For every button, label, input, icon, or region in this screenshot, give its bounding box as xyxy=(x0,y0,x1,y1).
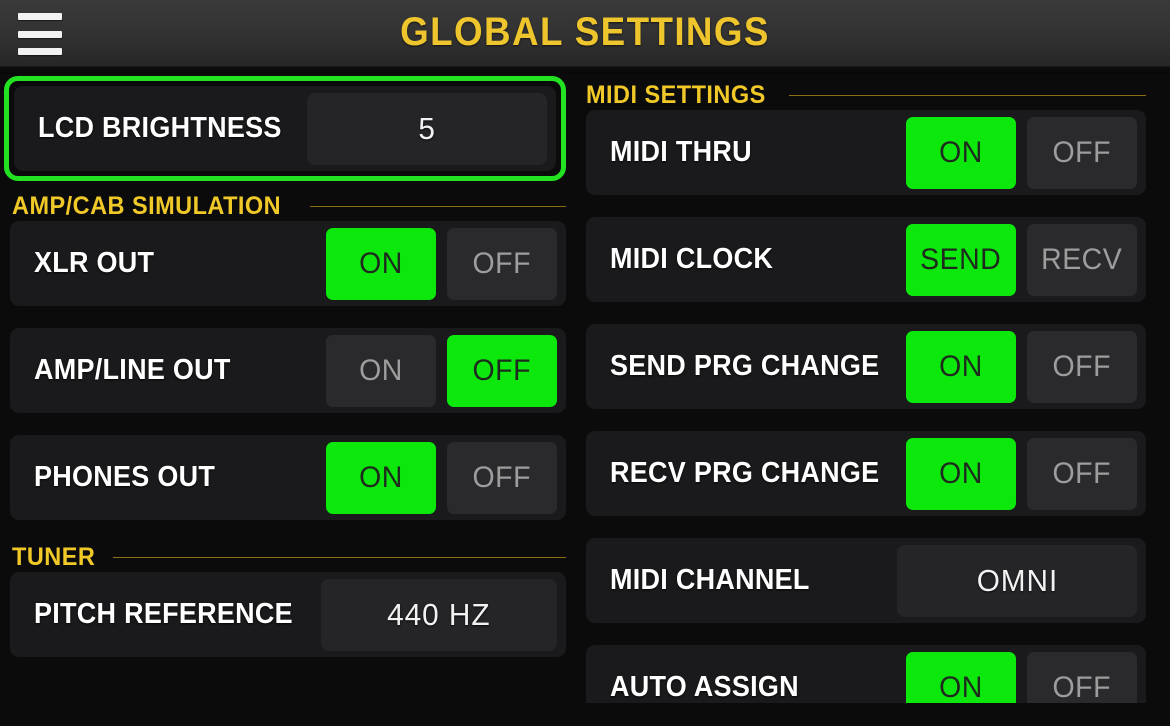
toggle-send-prg-change-on[interactable]: ON xyxy=(906,330,1016,403)
row-midi-clock[interactable]: MIDI CLOCK SEND RECV xyxy=(586,217,1146,302)
row-label: PHONES OUT xyxy=(34,461,216,493)
toggle-label: OFF xyxy=(1052,456,1112,490)
row-controls: 440 HZ xyxy=(321,578,557,651)
row-label: LCD BRIGHTNESS xyxy=(38,112,282,144)
row-controls: ON OFF xyxy=(326,441,557,514)
toggle-send-prg-change-off[interactable]: OFF xyxy=(1027,330,1137,403)
row-controls: SEND RECV xyxy=(906,223,1137,296)
row-label: RECV PRG CHANGE xyxy=(610,457,880,489)
row-xlr-out[interactable]: XLR OUT ON OFF xyxy=(10,221,566,306)
toggle-label: ON xyxy=(359,460,403,494)
section-title: AMP/CAB SIMULATION xyxy=(12,191,282,220)
row-label: XLR OUT xyxy=(34,247,155,279)
section-tuner-header: TUNER xyxy=(0,542,580,572)
toggle-label: ON xyxy=(359,246,403,280)
section-amp-cab-simulation-header: AMP/CAB SIMULATION xyxy=(0,191,580,221)
row-midi-channel[interactable]: MIDI CHANNEL OMNI xyxy=(586,538,1146,623)
lcd-brightness-value-text: 5 xyxy=(418,110,436,146)
toggle-label: ON xyxy=(939,670,983,704)
row-label: AUTO ASSIGN xyxy=(610,671,799,703)
row-auto-assign-clipped: AUTO ASSIGN ON OFF xyxy=(586,645,1146,703)
toggle-amp-line-out-off[interactable]: OFF xyxy=(447,334,557,407)
section-rule xyxy=(112,556,566,558)
app-header: GLOBAL SETTINGS xyxy=(0,0,1170,67)
left-settings-column: LCD BRIGHTNESS 5 AMP/CAB SIMULATION XLR … xyxy=(0,74,580,726)
toggle-midi-thru-on[interactable]: ON xyxy=(906,116,1016,189)
row-controls: ON OFF xyxy=(906,651,1137,704)
row-label: MIDI CHANNEL xyxy=(610,564,810,596)
row-label: MIDI CLOCK xyxy=(610,243,774,275)
midi-channel-value-text: OMNI xyxy=(976,562,1058,598)
toggle-label: OFF xyxy=(1052,349,1112,383)
section-title: MIDI SETTINGS xyxy=(586,80,766,109)
toggle-label: OFF xyxy=(472,246,532,280)
toggle-label: RECV xyxy=(1041,242,1123,276)
toggle-xlr-out-off[interactable]: OFF xyxy=(447,227,557,300)
row-send-prg-change[interactable]: SEND PRG CHANGE ON OFF xyxy=(586,324,1146,409)
midi-channel-value[interactable]: OMNI xyxy=(897,544,1137,617)
settings-content: LCD BRIGHTNESS 5 AMP/CAB SIMULATION XLR … xyxy=(0,74,1170,726)
row-auto-assign[interactable]: AUTO ASSIGN ON OFF xyxy=(586,645,1146,703)
toggle-xlr-out-on[interactable]: ON xyxy=(326,227,436,300)
row-controls: ON OFF xyxy=(326,227,557,300)
row-lcd-brightness[interactable]: LCD BRIGHTNESS 5 xyxy=(14,86,556,171)
toggle-label: ON xyxy=(939,349,983,383)
toggle-label: OFF xyxy=(472,460,532,494)
toggle-phones-out-on[interactable]: ON xyxy=(326,441,436,514)
row-amp-line-out[interactable]: AMP/LINE OUT ON OFF xyxy=(10,328,566,413)
row-recv-prg-change[interactable]: RECV PRG CHANGE ON OFF xyxy=(586,431,1146,516)
toggle-recv-prg-change-off[interactable]: OFF xyxy=(1027,437,1137,510)
row-controls: OMNI xyxy=(897,544,1137,617)
toggle-amp-line-out-on[interactable]: ON xyxy=(326,334,436,407)
toggle-recv-prg-change-on[interactable]: ON xyxy=(906,437,1016,510)
toggle-auto-assign-on[interactable]: ON xyxy=(906,651,1016,704)
toggle-label: ON xyxy=(939,135,983,169)
row-controls: ON OFF xyxy=(906,330,1137,403)
section-midi-settings-rows: MIDI THRU ON OFF MIDI CLOCK SEND RECV SE… xyxy=(580,110,1160,703)
pitch-reference-value[interactable]: 440 HZ xyxy=(321,578,557,651)
lcd-brightness-value[interactable]: 5 xyxy=(307,92,547,165)
row-label: MIDI THRU xyxy=(610,136,752,168)
toggle-label: SEND xyxy=(920,242,1002,276)
row-phones-out[interactable]: PHONES OUT ON OFF xyxy=(10,435,566,520)
section-amp-cab-simulation-rows: XLR OUT ON OFF AMP/LINE OUT ON OFF PHONE… xyxy=(0,221,580,520)
row-label: AMP/LINE OUT xyxy=(34,354,231,386)
page-title: GLOBAL SETTINGS xyxy=(400,10,770,54)
row-pitch-reference[interactable]: PITCH REFERENCE 440 HZ xyxy=(10,572,566,657)
row-label: SEND PRG CHANGE xyxy=(610,350,880,382)
row-controls: ON OFF xyxy=(326,334,557,407)
toggle-label: OFF xyxy=(1052,670,1112,704)
section-tuner-rows: PITCH REFERENCE 440 HZ xyxy=(0,572,580,657)
toggle-label: OFF xyxy=(472,353,532,387)
toggle-label: ON xyxy=(939,456,983,490)
row-midi-thru[interactable]: MIDI THRU ON OFF xyxy=(586,110,1146,195)
section-rule xyxy=(310,205,566,207)
section-midi-settings-header: MIDI SETTINGS xyxy=(580,80,1160,110)
row-controls: 5 xyxy=(307,92,547,165)
selected-row-highlight: LCD BRIGHTNESS 5 xyxy=(4,76,566,181)
toggle-phones-out-off[interactable]: OFF xyxy=(447,441,557,514)
toggle-label: ON xyxy=(359,353,403,387)
row-controls: ON OFF xyxy=(906,116,1137,189)
section-title: TUNER xyxy=(12,542,96,571)
right-settings-column: MIDI SETTINGS MIDI THRU ON OFF MIDI CLOC… xyxy=(580,74,1160,726)
pitch-reference-value-text: 440 HZ xyxy=(387,596,491,632)
toggle-label: OFF xyxy=(1052,135,1112,169)
toggle-midi-thru-off[interactable]: OFF xyxy=(1027,116,1137,189)
toggle-midi-clock-recv[interactable]: RECV xyxy=(1027,223,1137,296)
toggle-auto-assign-off[interactable]: OFF xyxy=(1027,651,1137,704)
row-label: PITCH REFERENCE xyxy=(34,598,293,630)
section-rule xyxy=(789,94,1146,96)
toggle-midi-clock-send[interactable]: SEND xyxy=(906,223,1016,296)
header-divider xyxy=(0,67,1170,74)
row-controls: ON OFF xyxy=(906,437,1137,510)
